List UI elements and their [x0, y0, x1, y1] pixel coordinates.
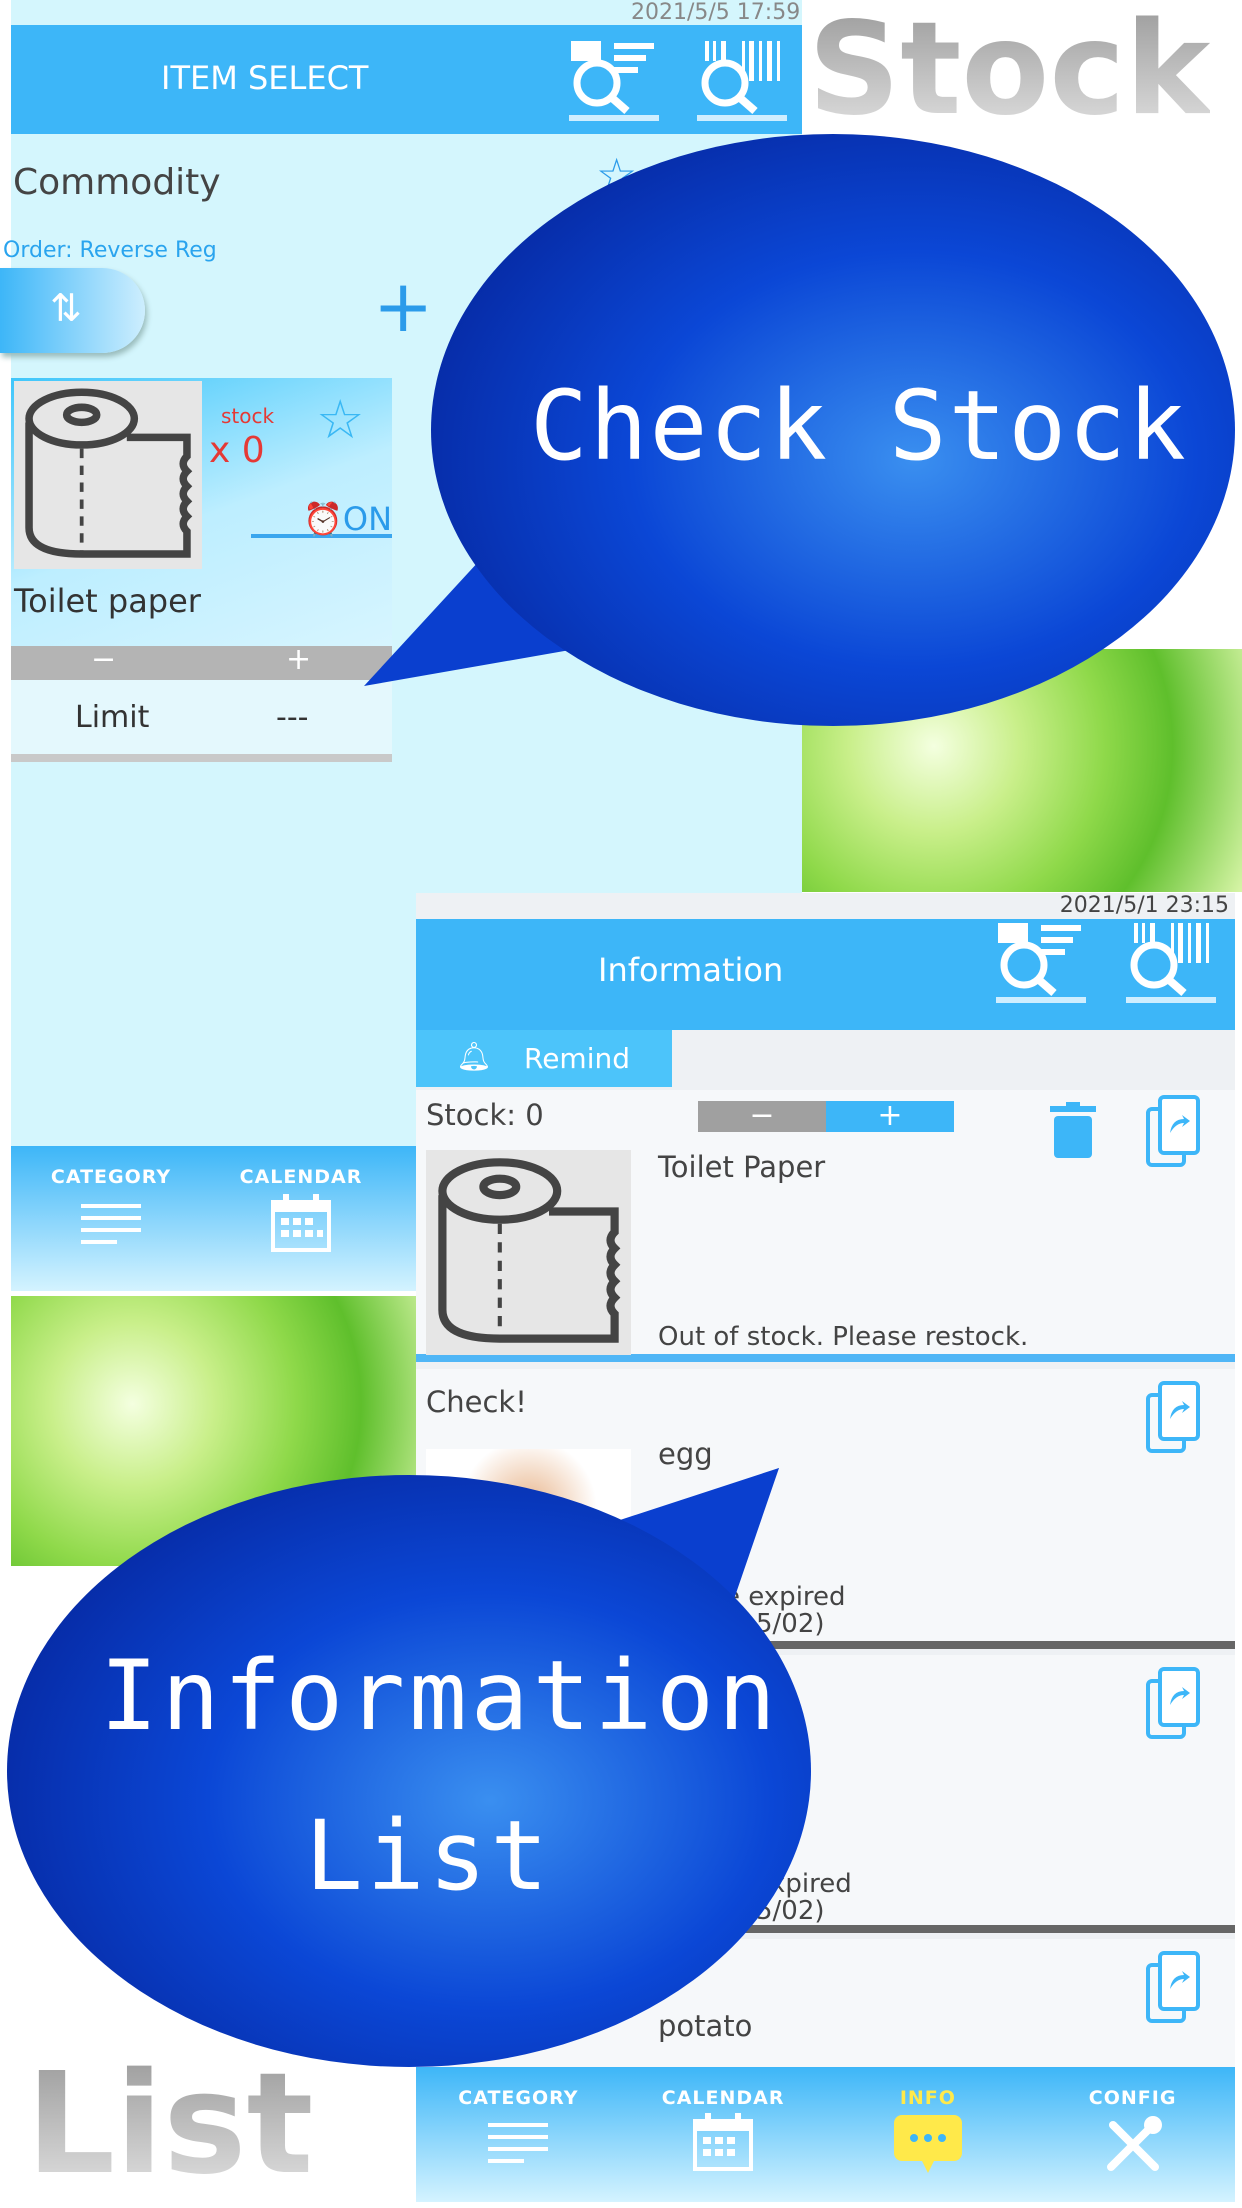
bubble-text-check-stock: Check Stock [530, 370, 1188, 482]
bubble-text-information: Information [100, 1640, 780, 1752]
bubble-text-list: List [305, 1800, 553, 1912]
speech-bubble-check-stock [7, 134, 1235, 2067]
